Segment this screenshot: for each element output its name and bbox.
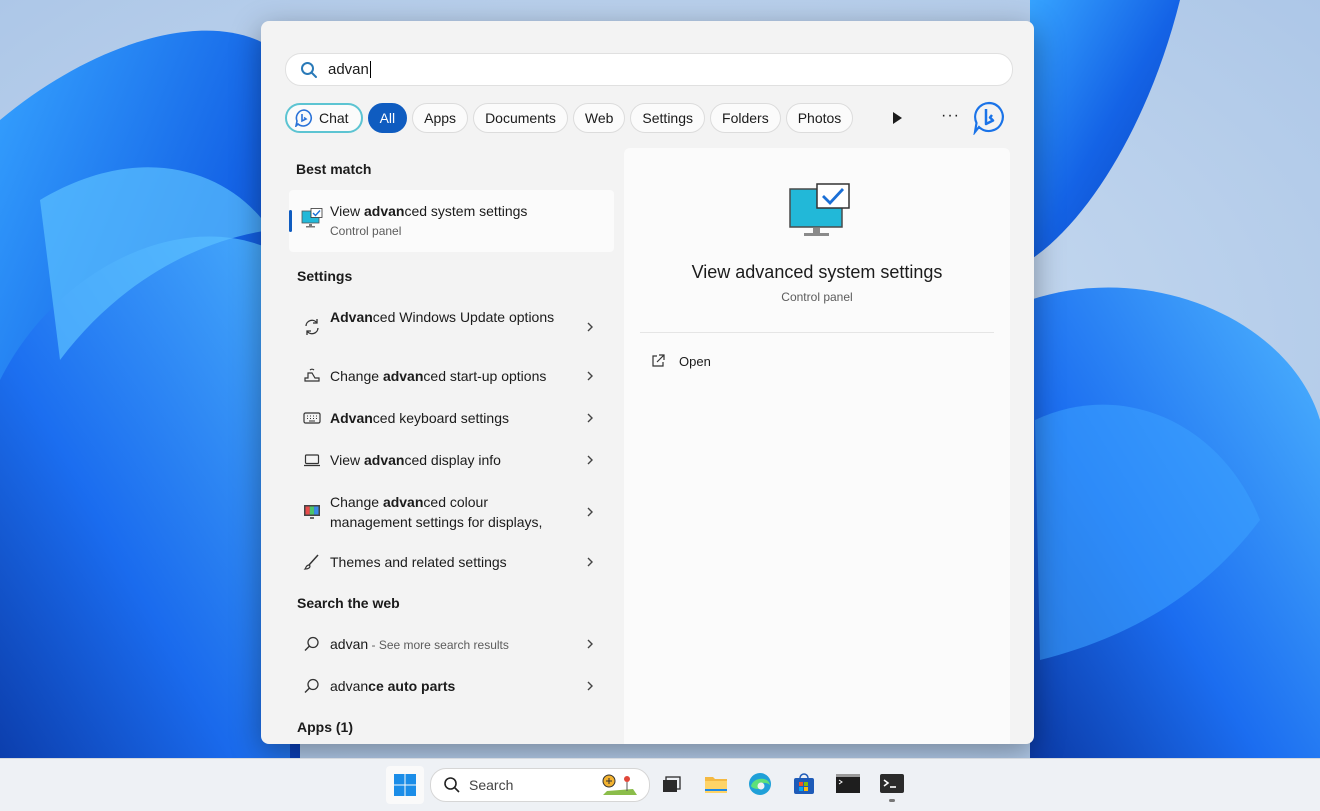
settings-item-label: Advanced Windows Update options <box>330 309 555 325</box>
filter-chip-settings[interactable]: Settings <box>630 103 706 133</box>
filter-chip-photos[interactable]: Photos <box>785 103 854 133</box>
settings-item-label: Advanced keyboard settings <box>330 410 509 426</box>
settings-item-label: Change advanced start-up options <box>330 368 547 384</box>
settings-item-keyboard[interactable]: Advanced keyboard settings <box>289 408 614 428</box>
filter-chip-label: Folders <box>722 110 769 126</box>
chevron-right-icon <box>587 322 593 332</box>
filter-chip-label: Apps <box>424 110 457 126</box>
filter-chips: Chat All Apps Documents Web Settings Fol… <box>285 101 858 135</box>
search-icon <box>304 678 319 693</box>
best-match-item[interactable]: View advanced system settings Control pa… <box>289 190 614 252</box>
chevron-right-icon <box>587 371 593 381</box>
system-settings-icon <box>789 183 850 236</box>
taskbar-search[interactable]: Search <box>430 768 650 802</box>
open-external-icon <box>652 354 665 367</box>
search-highlight-icon <box>602 774 637 795</box>
search-input[interactable]: advan <box>328 61 371 79</box>
preview-pane: View advanced system settings Control pa… <box>624 148 1010 744</box>
file-explorer-icon[interactable] <box>703 771 729 797</box>
best-match-heading: Best match <box>296 161 372 177</box>
sync-icon <box>305 319 319 335</box>
startup-icon <box>304 368 320 382</box>
filter-chip-label: Settings <box>642 110 694 126</box>
settings-heading: Settings <box>297 268 353 284</box>
web-result-advan[interactable]: advan - See more search results <box>289 634 614 654</box>
search-icon <box>301 61 317 78</box>
store-icon[interactable] <box>791 771 817 797</box>
filter-chip-documents[interactable]: Documents <box>473 103 568 133</box>
open-label: Open <box>679 353 711 369</box>
system-settings-icon <box>301 208 323 228</box>
settings-item-label: Themes and related settings <box>330 554 507 570</box>
brush-icon <box>303 554 319 570</box>
filter-chip-web[interactable]: Web <box>572 103 626 133</box>
web-result-label: advan - See more search results <box>330 636 509 652</box>
settings-item-windows-update[interactable]: Advanced Windows Update options <box>289 307 614 347</box>
settings-item-colour-management[interactable]: Change advanced colour management settin… <box>289 492 614 532</box>
taskbar: Search <box>0 758 1320 811</box>
terminal-icon[interactable] <box>879 771 905 797</box>
chevron-right-icon <box>587 557 593 567</box>
bing-chat-icon <box>295 109 313 127</box>
preview-subtitle: Control panel <box>781 290 853 304</box>
edge-browser-icon[interactable] <box>747 771 773 797</box>
divider <box>640 332 994 333</box>
chevron-right-icon <box>587 413 593 423</box>
task-view-icon[interactable] <box>658 771 684 797</box>
filter-chip-all[interactable]: All <box>367 103 408 133</box>
filter-chip-apps[interactable]: Apps <box>412 103 469 133</box>
play-icon[interactable] <box>889 109 905 127</box>
color-display-icon <box>304 505 320 519</box>
keyboard-icon <box>303 412 321 424</box>
chevron-right-icon <box>587 455 593 465</box>
settings-item-label: Change advanced colour management settin… <box>330 494 543 530</box>
filter-chip-label: Web <box>584 110 614 126</box>
chevron-right-icon <box>587 639 593 649</box>
laptop-icon <box>304 454 320 467</box>
settings-item-display-info[interactable]: View advanced display info <box>289 450 614 470</box>
settings-item-themes[interactable]: Themes and related settings <box>289 552 614 572</box>
filter-chip-chat[interactable]: Chat <box>285 103 363 133</box>
search-icon <box>444 777 460 793</box>
more-options-icon[interactable]: ··· <box>941 107 960 125</box>
web-result-label: advance auto parts <box>330 678 456 694</box>
bing-icon[interactable] <box>973 101 1005 135</box>
settings-item-label: View advanced display info <box>330 452 501 468</box>
command-prompt-icon[interactable] <box>835 771 861 797</box>
taskbar-search-label: Search <box>469 777 514 793</box>
filter-chip-folders[interactable]: Folders <box>710 103 781 133</box>
chevron-right-icon <box>587 507 593 517</box>
running-indicator <box>889 799 895 802</box>
filter-chip-label: Chat <box>319 110 349 126</box>
start-search-panel: advan Chat All Apps Documents Web Settin… <box>261 21 1034 744</box>
windows-logo-icon <box>394 774 416 796</box>
web-result-advance-auto-parts[interactable]: advance auto parts <box>289 676 614 696</box>
text-caret <box>369 61 371 79</box>
best-match-subtitle: Control panel <box>330 224 402 238</box>
start-button[interactable] <box>386 766 424 804</box>
best-match-title: View advanced system settings <box>330 203 528 219</box>
selection-indicator <box>289 210 292 232</box>
search-web-heading: Search the web <box>297 595 400 611</box>
search-box[interactable]: advan <box>285 53 1013 86</box>
filter-chip-label: Documents <box>485 110 556 126</box>
filter-chip-label: All <box>379 110 396 126</box>
search-icon <box>304 636 319 651</box>
chevron-right-icon <box>587 681 593 691</box>
apps-heading: Apps (1) <box>297 719 353 735</box>
open-action[interactable]: Open <box>650 353 711 369</box>
preview-title: View advanced system settings <box>691 262 943 282</box>
settings-item-startup[interactable]: Change advanced start-up options <box>289 366 614 386</box>
filter-chip-label: Photos <box>797 110 842 126</box>
